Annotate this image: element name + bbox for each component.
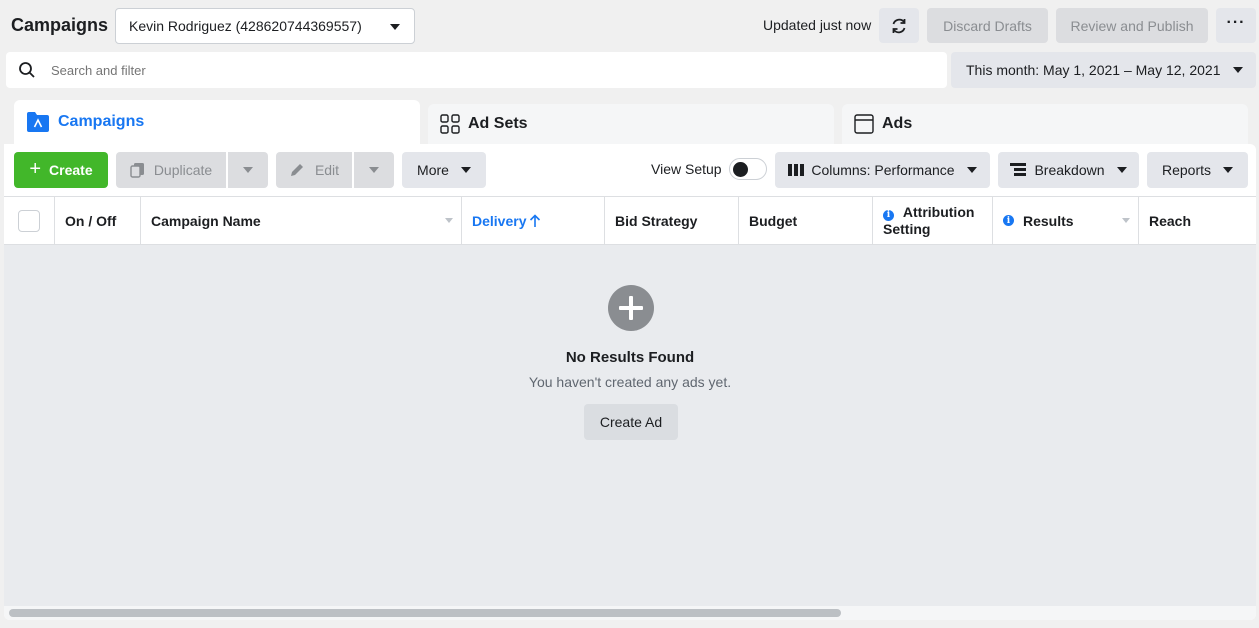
breakdown-icon (1010, 163, 1027, 176)
col-results[interactable]: i Results (993, 197, 1139, 244)
info-icon: i (883, 209, 894, 221)
columns-label: Columns: Performance (811, 162, 955, 178)
select-all-checkbox[interactable] (18, 209, 40, 232)
updated-status: Updated just now (763, 17, 872, 33)
empty-state-title: No Results Found (565, 349, 695, 366)
col-on-off-label: On / Off (65, 212, 117, 229)
breakdown-label: Breakdown (1034, 162, 1105, 178)
ellipsis-icon: ··· (1226, 13, 1246, 31)
create-label: Create (49, 162, 93, 178)
chevron-down-icon (1233, 67, 1243, 73)
create-ad-button[interactable]: Create Ad (584, 404, 678, 440)
reports-button[interactable]: Reports (1147, 152, 1248, 188)
refresh-icon (892, 18, 906, 33)
sort-caret-icon (1122, 218, 1130, 223)
col-campaign-name-label: Campaign Name (151, 212, 261, 229)
refresh-button[interactable] (879, 8, 919, 43)
view-setup-toggle[interactable] (729, 158, 767, 180)
pencil-icon (290, 164, 303, 176)
more-label: More (417, 162, 449, 178)
col-bid-strategy-label: Bid Strategy (615, 212, 698, 229)
date-range-selector[interactable]: This month: May 1, 2021 – May 12, 2021 (951, 52, 1256, 88)
chevron-down-icon (1223, 167, 1234, 173)
duplicate-icon (130, 163, 144, 178)
chevron-down-icon (243, 167, 253, 173)
empty-state-area: No Results Found You haven't created any… (4, 245, 1256, 606)
columns-button[interactable]: Columns: Performance (775, 152, 990, 188)
col-on-off[interactable]: On / Off (55, 197, 141, 244)
create-button[interactable]: + Create (14, 152, 108, 188)
table-header: On / Off Campaign Name Delivery Bid Stra… (4, 196, 1256, 245)
more-button[interactable]: More (402, 152, 486, 188)
col-delivery[interactable]: Delivery (462, 197, 605, 244)
col-campaign-name[interactable]: Campaign Name (141, 197, 462, 244)
chevron-down-icon (390, 24, 400, 30)
col-reach-label: Reach (1149, 212, 1192, 229)
folder-icon (27, 112, 49, 132)
scrollbar-thumb[interactable] (9, 609, 841, 617)
grid-icon (440, 114, 460, 134)
sort-caret-icon (445, 218, 453, 223)
search-icon (19, 62, 35, 78)
tab-ad-sets[interactable]: Ad Sets (428, 104, 834, 144)
col-delivery-label: Delivery (472, 212, 527, 229)
account-name: Kevin Rodriguez (428620744369557) (129, 18, 362, 34)
search-input[interactable] (51, 60, 931, 80)
campaigns-panel: + Create Duplicate Edit More View Setup (4, 144, 1256, 620)
col-results-label: Results (1023, 212, 1074, 229)
toggle-knob (733, 162, 748, 177)
window-icon (854, 114, 874, 134)
tab-ads[interactable]: Ads (842, 104, 1248, 144)
col-attribution-label-2: Setting (883, 220, 931, 237)
edit-dropdown-button[interactable] (354, 152, 394, 188)
breakdown-button[interactable]: Breakdown (998, 152, 1139, 188)
col-budget-label: Budget (749, 212, 798, 229)
account-selector[interactable]: Kevin Rodriguez (428620744369557) (115, 8, 415, 44)
empty-state-subtitle: You haven't created any ads yet. (528, 374, 732, 390)
col-budget[interactable]: Budget (739, 197, 873, 244)
edit-button[interactable]: Edit (276, 152, 352, 188)
chevron-down-icon (369, 167, 379, 173)
reports-label: Reports (1161, 162, 1212, 178)
view-setup-label: View Setup (651, 161, 722, 177)
tab-campaigns[interactable]: Campaigns (14, 100, 420, 150)
edit-label: Edit (314, 162, 340, 178)
columns-icon (788, 164, 805, 176)
discard-drafts-button[interactable]: Discard Drafts (927, 8, 1048, 43)
review-publish-button[interactable]: Review and Publish (1056, 8, 1208, 43)
plus-icon: + (29, 157, 42, 180)
add-circle-icon (608, 285, 654, 331)
col-bid-strategy[interactable]: Bid Strategy (605, 197, 739, 244)
search-bar[interactable] (6, 52, 947, 88)
col-attribution-label-1: Attribution (902, 204, 975, 220)
col-reach[interactable]: Reach (1139, 197, 1256, 244)
tab-ads-label: Ads (882, 115, 913, 132)
horizontal-scrollbar[interactable] (4, 606, 1256, 620)
col-attribution-setting[interactable]: i Attribution Setting (873, 197, 993, 244)
tab-campaigns-label: Campaigns (58, 113, 145, 130)
sort-ascending-icon (530, 213, 541, 227)
chevron-down-icon (1116, 167, 1127, 173)
info-icon: i (1003, 215, 1014, 226)
select-all-cell (4, 197, 55, 244)
chevron-down-icon (966, 167, 977, 173)
duplicate-button[interactable]: Duplicate (116, 152, 226, 188)
page-title: Campaigns (11, 15, 109, 35)
tab-ad-sets-label: Ad Sets (468, 115, 528, 132)
more-options-button[interactable]: ··· (1216, 8, 1256, 43)
duplicate-dropdown-button[interactable] (228, 152, 268, 188)
duplicate-label: Duplicate (153, 162, 213, 178)
chevron-down-icon (460, 167, 471, 173)
date-range-label: This month: May 1, 2021 – May 12, 2021 (966, 62, 1221, 78)
